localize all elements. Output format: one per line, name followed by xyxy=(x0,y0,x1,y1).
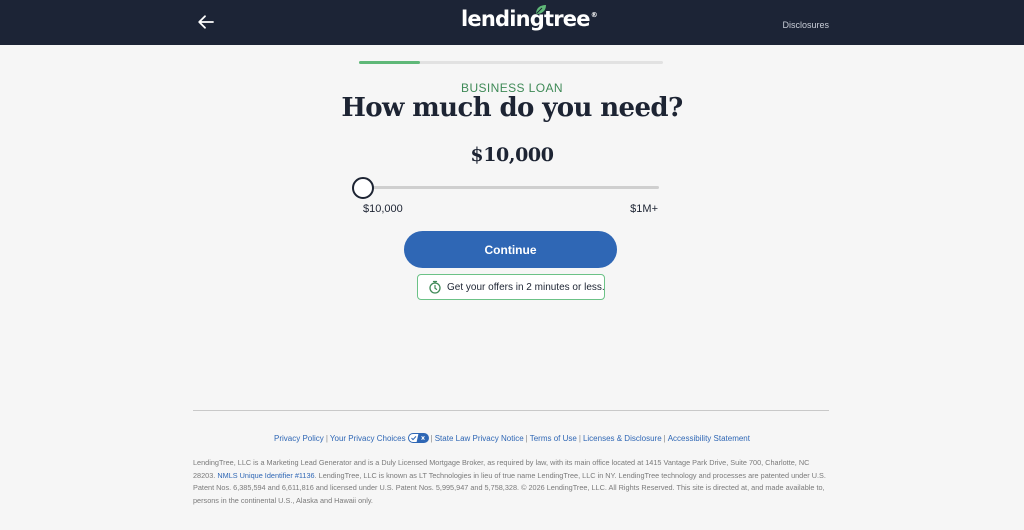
disclosures-link[interactable]: Disclosures xyxy=(782,20,829,30)
state-law-privacy-link[interactable]: State Law Privacy Notice xyxy=(435,434,524,443)
slider-track[interactable] xyxy=(361,186,659,189)
privacy-choices-toggle-icon xyxy=(407,433,429,443)
slider-max-label: $1M+ xyxy=(630,203,658,215)
offer-time-text: Get your offers in 2 minutes or less. xyxy=(447,282,605,293)
leaf-icon xyxy=(536,5,546,14)
footer-links: Privacy Policy | Your Privacy Choices | Sta… xyxy=(0,433,1024,444)
loan-amount-slider[interactable] xyxy=(352,175,659,199)
logo-registered-mark: ® xyxy=(590,11,598,19)
slider-handle[interactable] xyxy=(352,177,374,199)
arrow-left-icon[interactable] xyxy=(196,12,216,32)
privacy-choices-label: Your Privacy Choices xyxy=(329,434,406,444)
privacy-choices-link[interactable]: Your Privacy Choices xyxy=(329,433,429,444)
link-separator: | xyxy=(430,434,433,444)
page-title: How much do you need? xyxy=(341,93,683,123)
progress-bar-fill xyxy=(359,61,420,64)
slider-min-label: $10,000 xyxy=(363,203,403,215)
lendingtree-logo[interactable]: lendingtree® xyxy=(461,5,598,39)
terms-of-use-link[interactable]: Terms of Use xyxy=(530,434,577,443)
privacy-policy-link[interactable]: Privacy Policy xyxy=(274,434,324,443)
link-separator: | xyxy=(663,434,666,444)
link-separator: | xyxy=(578,434,581,444)
logo-wordmark: lendingtree xyxy=(461,7,590,31)
link-separator: | xyxy=(525,434,528,444)
selected-amount: $10,000 xyxy=(470,144,554,166)
continue-button[interactable]: Continue xyxy=(404,231,617,268)
accessibility-statement-link[interactable]: Accessibility Statement xyxy=(668,434,750,443)
link-separator: | xyxy=(325,434,328,444)
offer-time-badge: Get your offers in 2 minutes or less. xyxy=(417,274,605,300)
stopwatch-icon xyxy=(429,280,441,294)
top-nav-bar: lendingtree® Disclosures xyxy=(0,0,1024,45)
progress-bar xyxy=(359,61,663,64)
footer-divider xyxy=(193,410,829,411)
licenses-disclosure-link[interactable]: Licenses & Disclosure xyxy=(583,434,662,443)
nmls-link[interactable]: NMLS Unique Identifier #1136 xyxy=(217,471,314,480)
legal-disclaimer: LendingTree, LLC is a Marketing Lead Gen… xyxy=(193,457,833,507)
